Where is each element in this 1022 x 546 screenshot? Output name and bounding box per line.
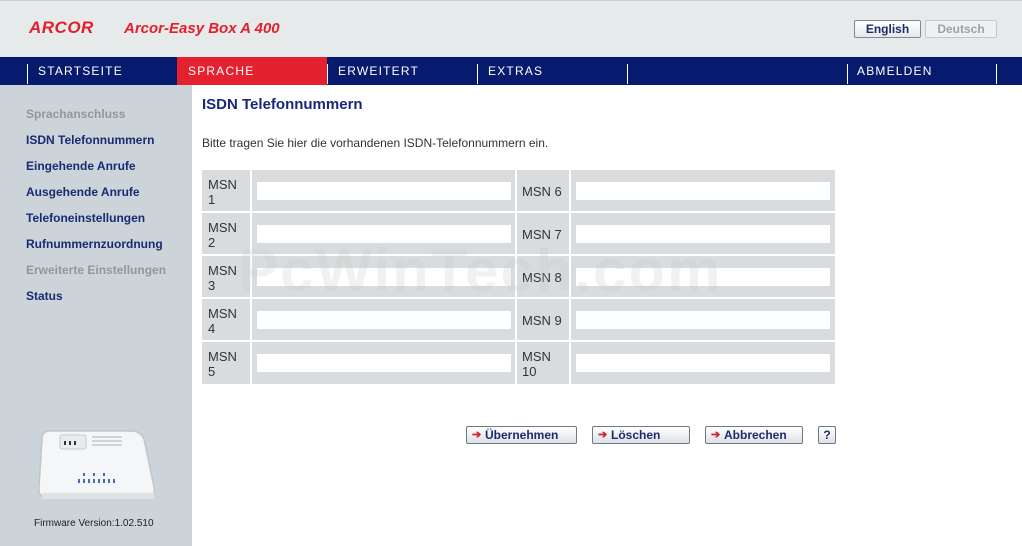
msn-7-label: MSN 7 [522,227,562,242]
sidebar-item-erweiterte-einstellungen: Erweiterte Einstellungen [26,263,167,277]
nav-item-extras[interactable]: EXTRAS [488,57,626,85]
msn-5-label: MSN 5 [208,349,237,379]
nav-separator [327,64,328,84]
msn-5-input[interactable] [257,354,511,372]
arrow-right-icon: ➔ [472,429,482,441]
msn-9-input[interactable] [576,311,830,329]
table-divider [202,340,835,342]
msn-4-label: MSN 4 [208,306,237,336]
nav-separator [627,64,628,84]
nav-separator [996,64,997,84]
msn-3-label: MSN 3 [208,263,237,293]
sidebar-item-rufnummernzuordnung[interactable]: Rufnummernzuordnung [26,237,163,251]
msn-1-input[interactable] [257,182,511,200]
router-device-image [38,430,156,499]
nav-item-startseite[interactable]: STARTSEITE [38,57,176,85]
msn-10-input[interactable] [576,354,830,372]
msn-1-label: MSN 1 [208,177,237,207]
clear-button-label: Löschen [611,428,661,442]
nav-item-erweitert[interactable]: ERWEITERT [338,57,476,85]
msn-3-input[interactable] [257,268,511,286]
english-language-button[interactable]: English [854,20,921,38]
apply-button-label: Übernehmen [485,428,559,442]
arcor-logo: ARCOR [29,18,94,37]
sidebar-item-isdn-telefonnummern[interactable]: ISDN Telefonnummern [26,133,154,147]
cancel-button[interactable]: ➔ Abbrechen [705,426,803,444]
product-name: Arcor-Easy Box A 400 [124,20,280,37]
table-divider [569,170,571,384]
table-divider [250,170,252,384]
msn-9-label: MSN 9 [522,313,562,328]
table-divider [202,211,835,213]
top-navigation: STARTSEITE SPRACHE ERWEITERT EXTRAS ABME… [0,57,1022,85]
firmware-version: Firmware Version:1.02.510 [34,518,154,529]
sidebar-item-eingehende-anrufe[interactable]: Eingehende Anrufe [26,159,136,173]
nav-separator [477,64,478,84]
msn-8-label: MSN 8 [522,270,562,285]
table-divider [202,254,835,256]
table-divider [515,170,517,384]
sidebar-item-telefoneinstellungen[interactable]: Telefoneinstellungen [26,211,145,225]
nav-item-sprache[interactable]: SPRACHE [177,57,327,85]
page-title: ISDN Telefonnummern [202,96,363,113]
msn-6-label: MSN 6 [522,184,562,199]
deutsch-language-button[interactable]: Deutsch [925,20,997,38]
nav-separator [27,64,28,84]
sidebar-item-ausgehende-anrufe[interactable]: Ausgehende Anrufe [26,185,140,199]
help-button[interactable]: ? [818,426,836,444]
clear-button[interactable]: ➔ Löschen [592,426,690,444]
msn-4-input[interactable] [257,311,511,329]
msn-6-input[interactable] [576,182,830,200]
arrow-right-icon: ➔ [598,429,608,441]
msn-10-label: MSN 10 [522,349,551,379]
apply-button[interactable]: ➔ Übernehmen [466,426,577,444]
table-divider [202,297,835,299]
sidebar-item-status[interactable]: Status [26,289,63,303]
arrow-right-icon: ➔ [711,429,721,441]
msn-table: MSN 1 MSN 6 MSN 2 MSN 7 MSN 3 MSN 8 MSN … [202,170,835,384]
intro-text: Bitte tragen Sie hier die vorhandenen IS… [202,136,549,150]
nav-item-abmelden[interactable]: ABMELDEN [857,57,995,85]
msn-2-input[interactable] [257,225,511,243]
msn-7-input[interactable] [576,225,830,243]
header-bar: ARCOR Arcor-Easy Box A 400 English Deuts… [0,0,1022,57]
msn-8-input[interactable] [576,268,830,286]
nav-separator [847,64,848,84]
cancel-button-label: Abbrechen [724,428,787,442]
msn-2-label: MSN 2 [208,220,237,250]
sidebar-item-sprachanschluss: Sprachanschluss [26,107,126,121]
